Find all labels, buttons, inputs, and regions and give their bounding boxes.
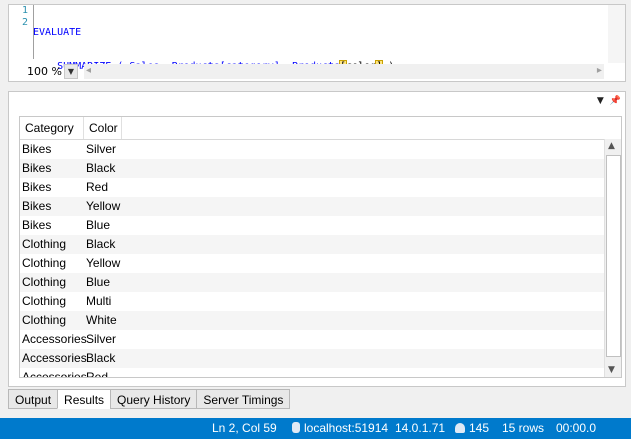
tab-results[interactable]: Results [57, 389, 112, 409]
column-header-color[interactable]: Color [84, 117, 122, 139]
cell-category: Bikes [22, 180, 52, 194]
cell-category: Clothing [22, 256, 67, 270]
row-count: 15 rows [502, 421, 545, 435]
table-row[interactable]: Bikes Black [20, 159, 621, 178]
cell-color: Yellow [86, 256, 121, 270]
table-row[interactable]: Bikes Blue [20, 216, 621, 235]
line-numbers: 1 2 [9, 5, 31, 59]
scroll-left-icon[interactable]: ◂ [86, 65, 91, 76]
scroll-up-icon[interactable]: ▲ [608, 141, 615, 151]
query-time: 00:00.0 [556, 421, 597, 435]
cursor-position: Ln 2, Col 59 [212, 421, 277, 435]
cell-color: Silver [86, 332, 117, 346]
tab-output[interactable]: Output [8, 389, 59, 409]
cell-category: Clothing [22, 275, 67, 289]
cell-color: Silver [86, 142, 117, 156]
table-row[interactable]: Clothing White [20, 311, 621, 330]
server-version: 14.0.1.71 [395, 421, 446, 435]
results-grid[interactable]: Category Color Bikes Silver Bikes Black Bike… [19, 116, 622, 378]
cell-category: Bikes [22, 199, 52, 213]
scroll-down-icon[interactable]: ▼ [608, 365, 615, 375]
table-row[interactable]: Clothing Blue [20, 273, 621, 292]
result-tabs: Output Results Query History Server Timi… [8, 389, 291, 410]
cell-color: Black [86, 237, 116, 251]
cell-color: Red [86, 370, 109, 378]
zoom-level: 100 % [27, 65, 62, 78]
table-row[interactable]: Clothing Yellow [20, 254, 621, 273]
table-row[interactable]: Clothing Black [20, 235, 621, 254]
cell-color: Multi [86, 294, 112, 308]
grid-header: Category Color [20, 117, 621, 140]
column-header-category[interactable]: Category [20, 117, 84, 139]
cell-category: Clothing [22, 237, 67, 251]
user-icon [455, 423, 465, 433]
results-pane: ▼ 📌 Category Color Bikes Silver Bikes Black… [8, 91, 626, 387]
code-line-1: EVALUATE [33, 27, 82, 38]
table-row[interactable]: Bikes Red [20, 178, 621, 197]
pin-icon[interactable]: 📌 [610, 96, 621, 106]
cell-color: Blue [86, 218, 111, 232]
cell-color: Black [86, 351, 116, 365]
server-name: localhost:51914 [304, 421, 389, 435]
cell-category: Accessories [22, 351, 87, 365]
cell-color: Blue [86, 275, 111, 289]
spid-value: 145 [469, 421, 490, 435]
cell-category: Bikes [22, 218, 52, 232]
table-row[interactable]: Accessories Red [20, 368, 621, 378]
status-bar: Ln 2, Col 59 localhost:51914 14.0.1.71 1… [0, 418, 631, 439]
line-number: 1 [21, 5, 28, 16]
table-row[interactable]: Bikes Yellow [20, 197, 621, 216]
grid-body: Bikes Silver Bikes Black Bikes Red Bikes Yellow… [20, 140, 621, 378]
cell-category: Accessories [22, 370, 87, 378]
cell-category: Accessories [22, 332, 87, 346]
pane-tools: ▼ 📌 [597, 96, 621, 106]
tab-server-timings[interactable]: Server Timings [196, 389, 291, 409]
cell-category: Bikes [22, 161, 52, 175]
table-row[interactable]: Accessories Black [20, 349, 621, 368]
code-area[interactable]: EVALUATE SUMMARIZE ( Sales, Products[cat… [33, 5, 394, 95]
editor-footer: 100 % ▼ ◂ ▸ [9, 62, 609, 81]
scroll-thumb[interactable] [606, 155, 621, 357]
spid-indicator: 145 [455, 421, 489, 435]
cell-color: White [86, 313, 117, 327]
editor-vertical-scrollbar[interactable] [608, 5, 625, 63]
cell-color: Black [86, 161, 116, 175]
editor-horizontal-scrollbar[interactable]: ◂ ▸ [83, 64, 604, 79]
cell-category: Bikes [22, 142, 52, 156]
scroll-right-icon[interactable]: ▸ [597, 65, 602, 76]
table-row[interactable]: Clothing Multi [20, 292, 621, 311]
tab-query-history[interactable]: Query History [110, 389, 198, 409]
line-number: 2 [21, 17, 28, 28]
database-icon [292, 422, 300, 433]
server-indicator: localhost:51914 [292, 421, 388, 435]
cell-color: Yellow [86, 199, 121, 213]
cell-category: Clothing [22, 313, 67, 327]
zoom-dropdown-icon[interactable]: ▼ [63, 64, 78, 79]
cell-category: Clothing [22, 294, 67, 308]
table-row[interactable]: Bikes Silver [20, 140, 621, 159]
query-editor[interactable]: 1 2 EVALUATE SUMMARIZE ( Sales, Products… [8, 4, 626, 82]
table-row[interactable]: Accessories Silver [20, 330, 621, 349]
grid-vertical-scrollbar[interactable]: ▲ ▼ [604, 139, 621, 377]
cell-color: Red [86, 180, 109, 194]
pane-dropdown-icon[interactable]: ▼ [597, 96, 604, 106]
